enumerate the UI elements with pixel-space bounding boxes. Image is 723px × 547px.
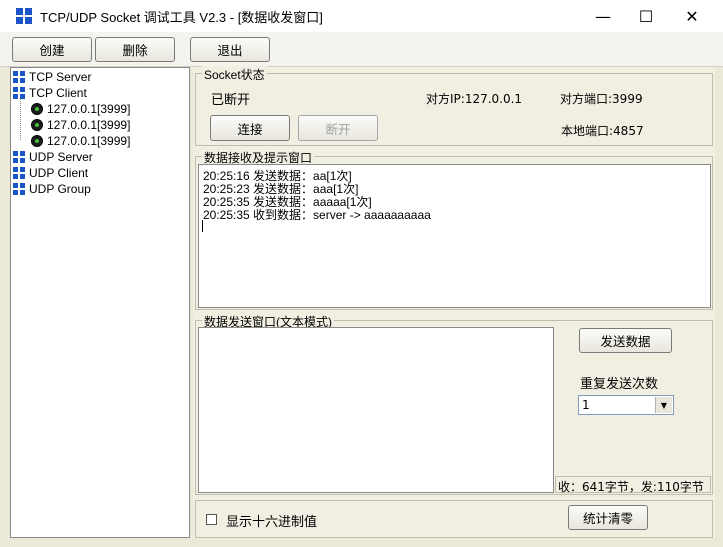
- grid-icon: [13, 167, 25, 179]
- close-button[interactable]: ✕: [669, 0, 715, 32]
- window-title: TCP/UDP Socket 调试工具 V2.3 - [数据收发窗口]: [40, 10, 323, 25]
- tree-connector: [20, 99, 22, 140]
- minimize-button[interactable]: —: [580, 0, 626, 32]
- send-input[interactable]: [198, 327, 554, 493]
- tree-item-udp-client[interactable]: UDP Client: [13, 165, 88, 181]
- peer-port: 对方端口:3999: [560, 92, 643, 106]
- grid-icon: [13, 183, 25, 195]
- reset-stats-button[interactable]: 统计清零: [568, 505, 648, 530]
- hex-checkbox-label: 显示十六进制值: [226, 515, 318, 530]
- tree-item-udp-group[interactable]: UDP Group: [13, 181, 91, 197]
- connect-button[interactable]: 连接: [210, 115, 290, 141]
- log-line: 20:25:35 收到数据：server -> aaaaaaaaaa: [203, 208, 431, 222]
- receive-log[interactable]: 20:25:16 发送数据：aa[1次] 20:25:23 发送数据：aaa[1…: [198, 164, 711, 308]
- stats-text: 收：641字节，发:110字节: [558, 480, 704, 494]
- tree-item-tcp-client[interactable]: TCP Client: [13, 85, 87, 101]
- disconnect-button[interactable]: 断开: [298, 115, 378, 141]
- maximize-button[interactable]: ☐: [623, 0, 669, 32]
- tree-item-client-3[interactable]: 127.0.0.1[3999]: [31, 133, 130, 149]
- connection-status: 已断开: [211, 93, 251, 108]
- tree-item-client-1[interactable]: 127.0.0.1[3999]: [31, 101, 130, 117]
- local-port: 本地端口:4857: [561, 124, 644, 138]
- group-title: Socket状态: [202, 66, 267, 83]
- tree-item-udp-server[interactable]: UDP Server: [13, 149, 93, 165]
- repeat-count-label: 重复发送次数: [580, 377, 659, 392]
- grid-icon: [13, 151, 25, 163]
- chevron-down-icon[interactable]: ▼: [655, 397, 672, 413]
- tree-item-label: 127.0.0.1[3999]: [47, 118, 131, 132]
- tree-item-label: 127.0.0.1[3999]: [47, 134, 131, 148]
- tree-item-tcp-server[interactable]: TCP Server: [13, 69, 91, 85]
- connection-node-icon: [31, 103, 43, 115]
- connection-node-icon: [31, 119, 43, 131]
- grid-icon: [13, 87, 25, 99]
- repeat-count-value: 1: [582, 398, 590, 412]
- exit-button[interactable]: 退出: [190, 37, 270, 62]
- send-data-button[interactable]: 发送数据: [579, 328, 672, 353]
- tree-item-label: UDP Client: [29, 166, 89, 180]
- connection-tree[interactable]: TCP Server TCP Client 127.0.0.1[3999] 12…: [10, 67, 190, 538]
- create-button[interactable]: 创建: [12, 37, 92, 62]
- repeat-count-select[interactable]: 1 ▼: [578, 395, 674, 415]
- app-icon: [16, 8, 32, 24]
- text-cursor: [202, 220, 203, 232]
- delete-button[interactable]: 删除: [95, 37, 175, 62]
- peer-ip: 对方IP:127.0.0.1: [426, 92, 523, 106]
- grid-icon: [13, 71, 25, 83]
- tree-item-label: UDP Server: [29, 150, 93, 164]
- tree-item-label: UDP Group: [29, 182, 91, 196]
- connection-node-icon: [31, 135, 43, 147]
- tree-item-label: TCP Server: [29, 70, 92, 84]
- tree-item-label: 127.0.0.1[3999]: [47, 102, 131, 116]
- hex-checkbox[interactable]: [206, 514, 217, 525]
- tree-item-label: TCP Client: [29, 86, 87, 100]
- tree-item-client-2[interactable]: 127.0.0.1[3999]: [31, 117, 130, 133]
- stats-bar: 收：641字节，发:110字节: [555, 476, 711, 494]
